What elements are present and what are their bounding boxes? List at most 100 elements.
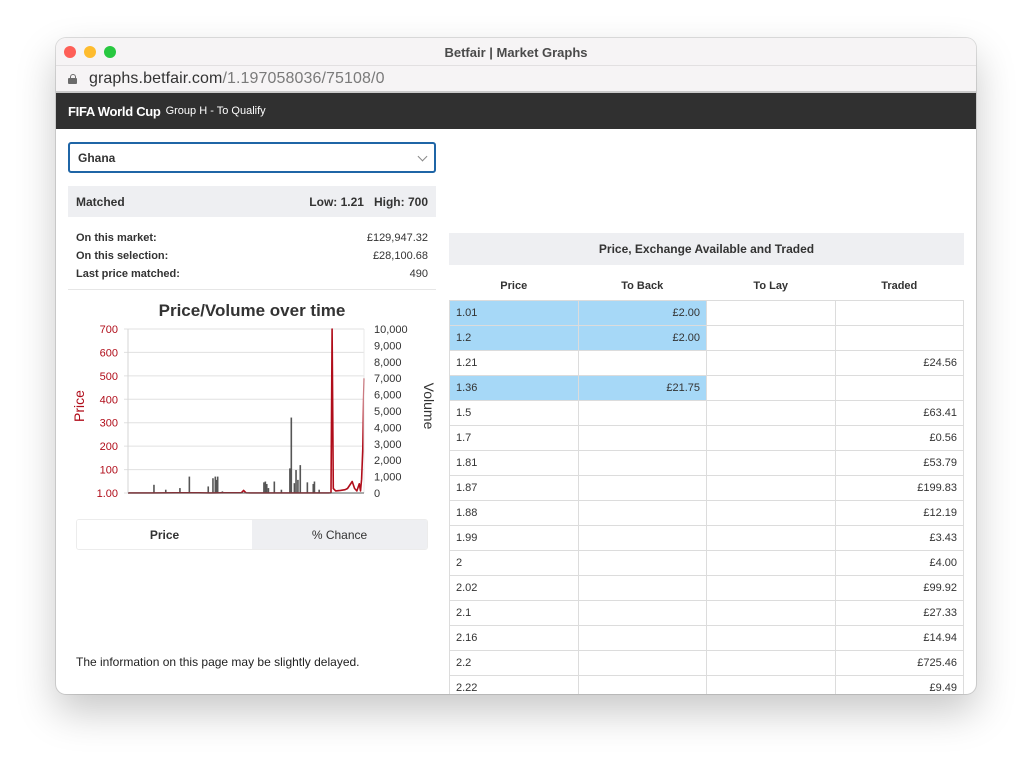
volume-bar bbox=[216, 476, 219, 493]
price-cell: 1.81 bbox=[449, 449, 579, 476]
volume-bar bbox=[188, 476, 191, 493]
stat-value: £129,947.32 bbox=[366, 232, 428, 244]
to-lay-cell[interactable] bbox=[706, 524, 836, 551]
to-lay-cell[interactable] bbox=[706, 624, 836, 651]
to-back-cell[interactable] bbox=[577, 474, 707, 501]
matched-label: Matched bbox=[76, 194, 125, 209]
chart-axes: 1.00 100 200 300 400 500 600 700 0 1,000 2,000 3,00… bbox=[97, 324, 408, 500]
to-lay-cell[interactable] bbox=[706, 299, 836, 326]
title-bar: Betfair | Market Graphs bbox=[56, 38, 976, 66]
to-lay-cell[interactable] bbox=[706, 549, 836, 576]
traded-cell: £99.92 bbox=[834, 574, 964, 601]
y-left-tick-label: 300 bbox=[100, 418, 118, 430]
price-line-layer bbox=[128, 328, 365, 494]
ladder-row: 1.7 £0.56 bbox=[449, 424, 964, 451]
traded-cell: £12.19 bbox=[834, 499, 964, 526]
to-lay-cell[interactable] bbox=[706, 674, 836, 694]
matched-low-high: Low: 1.21 High: 700 bbox=[309, 194, 428, 209]
to-back-cell[interactable]: £2.00 bbox=[577, 299, 707, 326]
to-back-cell[interactable]: £2.00 bbox=[577, 324, 707, 351]
to-lay-cell[interactable] bbox=[706, 374, 836, 401]
selection-dropdown[interactable]: Ghana bbox=[68, 142, 436, 173]
price-cell: 1.87 bbox=[449, 474, 579, 501]
ladder-title: Price, Exchange Available and Traded bbox=[449, 233, 964, 265]
column-header-to-lay: To Lay bbox=[753, 279, 789, 292]
volume-bar bbox=[153, 484, 155, 493]
address-bar[interactable]: graphs.betfair.com/1.197058036/75108/0 bbox=[56, 66, 976, 93]
toggle-price[interactable]: Price bbox=[77, 520, 252, 549]
to-back-cell[interactable] bbox=[577, 549, 707, 576]
y-left-tick-label: 1.00 bbox=[97, 488, 118, 500]
volume-bar bbox=[313, 481, 316, 493]
stat-row: On this selection: £28,100.68 bbox=[76, 247, 428, 265]
to-back-cell[interactable]: £21.75 bbox=[577, 374, 707, 401]
price-cell: 1.99 bbox=[449, 524, 579, 551]
to-back-cell[interactable] bbox=[577, 574, 707, 601]
y-right-tick-label: 6,000 bbox=[374, 390, 402, 402]
y-right-tick-label: 9,000 bbox=[374, 340, 402, 352]
price-cell: 2 bbox=[449, 549, 579, 576]
toggle-percent-chance[interactable]: % Chance bbox=[252, 520, 427, 549]
ladder-header-row: Price To Back To Lay Traded bbox=[450, 272, 964, 300]
ladder-row: 2.22 £9.49 bbox=[449, 674, 964, 694]
stat-value: 490 bbox=[409, 268, 428, 280]
matched-summary: Matched Low: 1.21 High: 700 bbox=[68, 186, 436, 217]
ladder-row: 1.99 £3.43 bbox=[449, 524, 964, 551]
traded-cell: £24.56 bbox=[834, 349, 964, 376]
traded-cell bbox=[834, 374, 964, 401]
to-lay-cell[interactable] bbox=[706, 599, 836, 626]
lock-icon bbox=[68, 74, 77, 84]
volume-bar bbox=[207, 486, 210, 493]
y-axis-left-label: Price bbox=[71, 390, 87, 422]
to-lay-cell[interactable] bbox=[706, 424, 836, 451]
ladder-row: 1.88 £12.19 bbox=[449, 499, 964, 526]
price-volume-chart: 1.00 100 200 300 400 500 600 700 0 1,000 2,000 3,00… bbox=[71, 324, 437, 500]
stat-value: £28,100.68 bbox=[372, 250, 428, 262]
y-right-tick-label: 7,000 bbox=[374, 373, 402, 385]
to-lay-cell[interactable] bbox=[706, 574, 836, 601]
selection-value: Ghana bbox=[78, 150, 116, 165]
column-header-price: Price bbox=[500, 279, 528, 292]
to-back-cell[interactable] bbox=[577, 349, 707, 376]
price-ladder-table: Price To Back To Lay Traded 1.01 £2.00 1.2… bbox=[449, 272, 964, 694]
price-cell: 2.1 bbox=[449, 599, 579, 626]
to-back-cell[interactable] bbox=[577, 499, 707, 526]
volume-bar bbox=[265, 483, 268, 493]
traded-cell: £14.94 bbox=[834, 624, 964, 651]
page-content: Ghana Matched Low: 1.21 High: 700 On thi… bbox=[56, 129, 976, 694]
to-back-cell[interactable] bbox=[577, 524, 707, 551]
to-lay-cell[interactable] bbox=[706, 349, 836, 376]
to-lay-cell[interactable] bbox=[706, 649, 836, 676]
price-cell: 1.01 bbox=[449, 299, 579, 326]
volume-bar bbox=[306, 482, 309, 493]
to-lay-cell[interactable] bbox=[706, 499, 836, 526]
price-cell: 1.88 bbox=[449, 499, 579, 526]
y-axis-right-label: Volume bbox=[421, 383, 437, 430]
to-back-cell[interactable] bbox=[577, 424, 707, 451]
volume-bar bbox=[290, 417, 293, 493]
volume-bar bbox=[214, 476, 217, 493]
to-back-cell[interactable] bbox=[577, 449, 707, 476]
to-back-cell[interactable] bbox=[577, 599, 707, 626]
url-text[interactable]: graphs.betfair.com/1.197058036/75108/0 bbox=[89, 70, 385, 88]
window-title: Betfair | Market Graphs bbox=[444, 45, 588, 60]
to-back-cell[interactable] bbox=[577, 399, 707, 426]
volume-bars bbox=[153, 417, 320, 493]
traded-cell bbox=[834, 324, 964, 351]
url-host: graphs.betfair.com bbox=[89, 70, 223, 87]
ladder-row: 1.2 £2.00 bbox=[449, 324, 964, 351]
volume-bar bbox=[289, 468, 291, 493]
to-back-cell[interactable] bbox=[577, 674, 707, 694]
volume-bar bbox=[293, 483, 296, 493]
divider bbox=[68, 289, 436, 290]
to-lay-cell[interactable] bbox=[706, 449, 836, 476]
to-back-cell[interactable] bbox=[577, 624, 707, 651]
traded-cell: £63.41 bbox=[834, 399, 964, 426]
volume-bar bbox=[263, 482, 265, 493]
to-back-cell[interactable] bbox=[577, 649, 707, 676]
to-lay-cell[interactable] bbox=[706, 324, 836, 351]
traded-cell: £0.56 bbox=[834, 424, 964, 451]
to-lay-cell[interactable] bbox=[706, 399, 836, 426]
to-lay-cell[interactable] bbox=[706, 474, 836, 501]
traded-cell: £3.43 bbox=[834, 524, 964, 551]
